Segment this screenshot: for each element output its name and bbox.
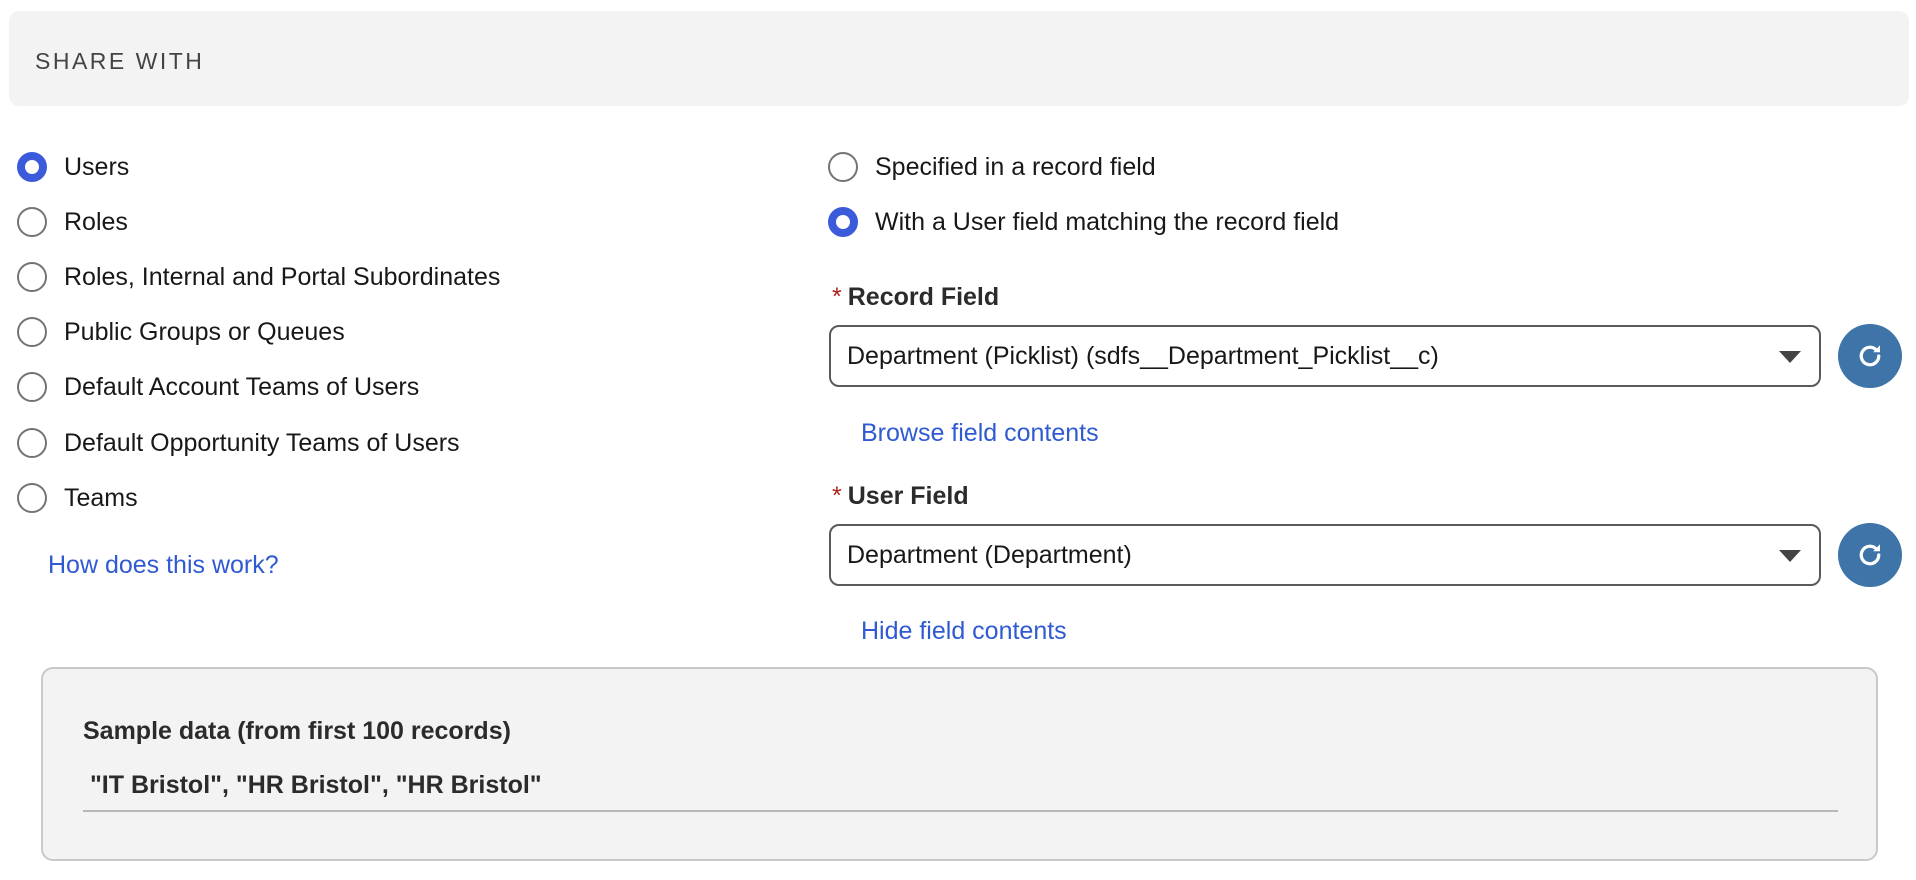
radio-option-roles-subordinates[interactable]: Roles, Internal and Portal Subordinates [17, 259, 500, 295]
field-label-text: User Field [847, 482, 969, 510]
radio-option-account-teams[interactable]: Default Account Teams of Users [17, 369, 419, 405]
record-field-select[interactable]: Department (Picklist) (sdfs__Department_… [829, 325, 1821, 387]
refresh-icon [1859, 345, 1881, 367]
radio-option-teams[interactable]: Teams [17, 480, 138, 516]
radio-label: Specified in a record field [875, 152, 1156, 181]
radio-button[interactable] [828, 152, 858, 182]
radio-label: Default Account Teams of Users [64, 372, 420, 401]
required-marker: * [832, 482, 842, 510]
browse-field-contents-link[interactable]: Browse field contents [861, 419, 1099, 448]
chevron-down-icon [1779, 351, 1801, 363]
radio-option-roles[interactable]: Roles [17, 204, 128, 240]
how-does-this-work-link[interactable]: How does this work? [48, 551, 279, 580]
radio-option-opportunity-teams[interactable]: Default Opportunity Teams of Users [17, 425, 460, 461]
radio-label: With a User field matching the record fi… [875, 207, 1340, 236]
radio-label: Teams [64, 483, 138, 512]
radio-button[interactable] [17, 428, 47, 458]
radio-option-specified-in-record-field[interactable]: Specified in a record field [828, 149, 1156, 185]
user-field-refresh-button[interactable] [1838, 523, 1902, 587]
radio-button[interactable] [17, 262, 47, 292]
user-field-label: * User Field [832, 482, 969, 511]
record-field-label: * Record Field [832, 283, 999, 312]
sample-data-values: "IT Bristol", "HR Bristol", "HR Bristol" [83, 771, 542, 799]
radio-button[interactable] [17, 152, 47, 182]
divider [83, 810, 1838, 812]
select-value: Department (Department) [847, 541, 1132, 569]
radio-button[interactable] [17, 372, 47, 402]
user-field-select[interactable]: Department (Department) [829, 524, 1821, 586]
radio-label: Public Groups or Queues [64, 317, 345, 346]
radio-button[interactable] [17, 317, 47, 347]
radio-option-public-groups[interactable]: Public Groups or Queues [17, 314, 345, 350]
radio-option-users[interactable]: Users [17, 149, 129, 185]
sample-data-title: Sample data (from first 100 records) [83, 717, 511, 745]
radio-label: Default Opportunity Teams of Users [64, 428, 460, 457]
chevron-down-icon [1779, 550, 1801, 562]
share-with-header: SHARE WITH [9, 11, 1909, 106]
radio-label: Roles [64, 207, 128, 236]
field-label-text: Record Field [847, 283, 1000, 311]
refresh-icon [1859, 544, 1881, 566]
radio-label: Roles, Internal and Portal Subordinates [64, 262, 501, 291]
radio-label: Users [64, 152, 130, 181]
radio-button[interactable] [828, 207, 858, 237]
radio-button[interactable] [17, 483, 47, 513]
record-field-refresh-button[interactable] [1838, 324, 1902, 388]
hide-field-contents-link[interactable]: Hide field contents [861, 617, 1067, 646]
section-title: SHARE WITH [35, 48, 205, 74]
radio-option-user-field-matching[interactable]: With a User field matching the record fi… [828, 204, 1339, 240]
required-marker: * [832, 283, 842, 311]
radio-button[interactable] [17, 207, 47, 237]
select-value: Department (Picklist) (sdfs__Department_… [847, 342, 1439, 370]
sample-data-panel: Sample data (from first 100 records) "IT… [41, 667, 1878, 861]
